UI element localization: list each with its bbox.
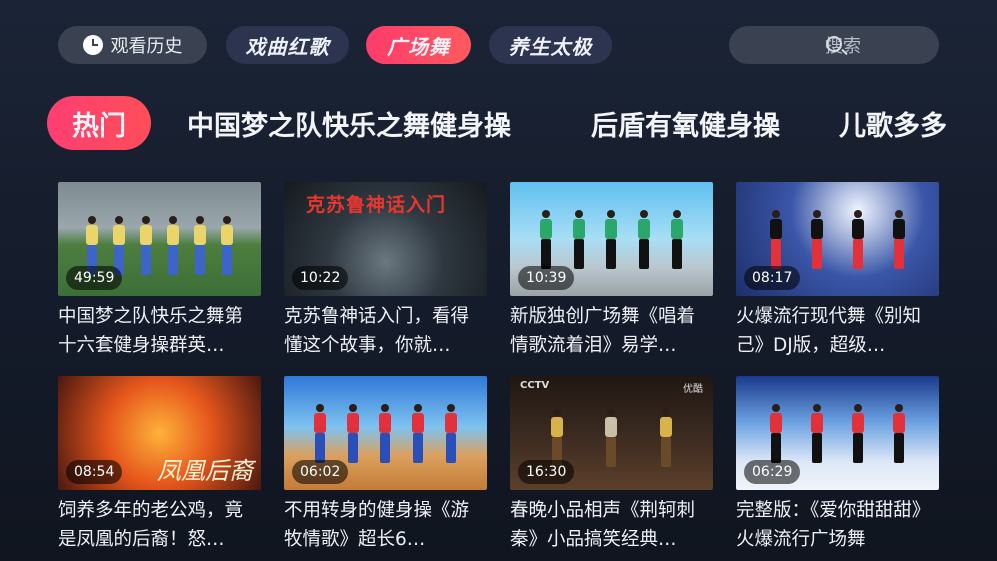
channel-logo: CCTV	[520, 380, 550, 391]
search-box[interactable]: 搜索	[729, 26, 939, 64]
duration-badge: 49:59	[66, 266, 123, 290]
video-title: 中国梦之队快乐之舞第十六套健身操群英…	[58, 306, 244, 356]
video-thumbnail[interactable]: 06:02	[284, 376, 487, 490]
video-card[interactable]: 06:29 完整版：《爱你甜甜甜》火爆流行广场舞	[736, 376, 939, 554]
video-title: 不用转身的健身操《游牧情歌》超长6…	[284, 500, 470, 550]
video-title: 火爆流行现代舞《别知己》DJ版，超级…	[736, 306, 922, 356]
thumbnail-caption: 克苏鲁神话入门	[306, 194, 447, 216]
clock-icon	[82, 35, 103, 55]
duration-badge: 06:02	[292, 460, 349, 484]
video-thumbnail[interactable]: CCTV 优酷 16:30	[510, 376, 713, 490]
platform-logo: 优酷	[683, 384, 703, 395]
video-title: 新版独创广场舞《唱着情歌流着泪》易学…	[510, 306, 696, 356]
top-bar: 观看历史 戏曲红歌 广场舞 养生太极 搜索	[0, 0, 997, 90]
duration-badge: 06:29	[744, 460, 801, 484]
category-opera-red-songs[interactable]: 戏曲红歌	[226, 26, 349, 64]
duration-badge: 16:30	[518, 460, 575, 484]
category-square-dance[interactable]: 广场舞	[366, 26, 471, 64]
duration-badge: 10:39	[518, 266, 575, 290]
video-thumbnail[interactable]: 49:59	[58, 182, 261, 296]
tab-bar: 热门 中国梦之队快乐之舞健身操 后盾有氧健身操 儿歌多多	[0, 96, 997, 150]
video-title: 饲养多年的老公鸡，竟是凤凰的后裔！怒…	[58, 500, 244, 550]
video-card[interactable]: CCTV 优酷 16:30 春晚小品相声《荆轲刺秦》小品搞笑经典…	[510, 376, 713, 554]
video-card[interactable]: 49:59 中国梦之队快乐之舞第十六套健身操群英…	[58, 182, 261, 360]
thumbnail-figures	[736, 210, 939, 270]
tab-houdun-aerobics[interactable]: 后盾有氧健身操	[591, 96, 780, 150]
tab-dream-team-fitness[interactable]: 中国梦之队快乐之舞健身操	[187, 96, 511, 150]
search-icon	[826, 36, 842, 52]
duration-badge: 08:54	[66, 460, 123, 484]
video-thumbnail[interactable]: 08:17	[736, 182, 939, 296]
video-thumbnail[interactable]: 10:39	[510, 182, 713, 296]
video-thumbnail[interactable]: 克苏鲁神话入门 10:22	[284, 182, 487, 296]
video-card[interactable]: 克苏鲁神话入门 10:22 克苏鲁神话入门，看得懂这个故事，你就…	[284, 182, 487, 360]
tab-hot[interactable]: 热门	[47, 96, 151, 150]
video-title: 完整版：《爱你甜甜甜》火爆流行广场舞	[736, 500, 931, 550]
video-thumbnail[interactable]: 06:29	[736, 376, 939, 490]
thumbnail-figures	[510, 408, 713, 468]
video-card[interactable]: 凤凰后裔 08:54 饲养多年的老公鸡，竟是凤凰的后裔！怒…	[58, 376, 261, 554]
thumbnail-caption: 凤凰后裔	[157, 457, 253, 485]
category-taichi[interactable]: 养生太极	[489, 26, 612, 64]
video-card[interactable]: 06:02 不用转身的健身操《游牧情歌》超长6…	[284, 376, 487, 554]
thumbnail-figures	[736, 404, 939, 464]
thumbnail-figures	[284, 404, 487, 464]
thumbnail-figures	[510, 210, 713, 270]
duration-badge: 08:17	[744, 266, 801, 290]
video-title: 克苏鲁神话入门，看得懂这个故事，你就…	[284, 306, 470, 356]
video-card[interactable]: 08:17 火爆流行现代舞《别知己》DJ版，超级…	[736, 182, 939, 360]
duration-badge: 10:22	[292, 266, 349, 290]
video-title: 春晚小品相声《荆轲刺秦》小品搞笑经典…	[510, 500, 696, 550]
video-card[interactable]: 10:39 新版独创广场舞《唱着情歌流着泪》易学…	[510, 182, 713, 360]
history-label: 观看历史	[110, 36, 183, 57]
video-thumbnail[interactable]: 凤凰后裔 08:54	[58, 376, 261, 490]
tab-kids-songs[interactable]: 儿歌多多	[839, 96, 947, 150]
history-button[interactable]: 观看历史	[58, 26, 207, 64]
